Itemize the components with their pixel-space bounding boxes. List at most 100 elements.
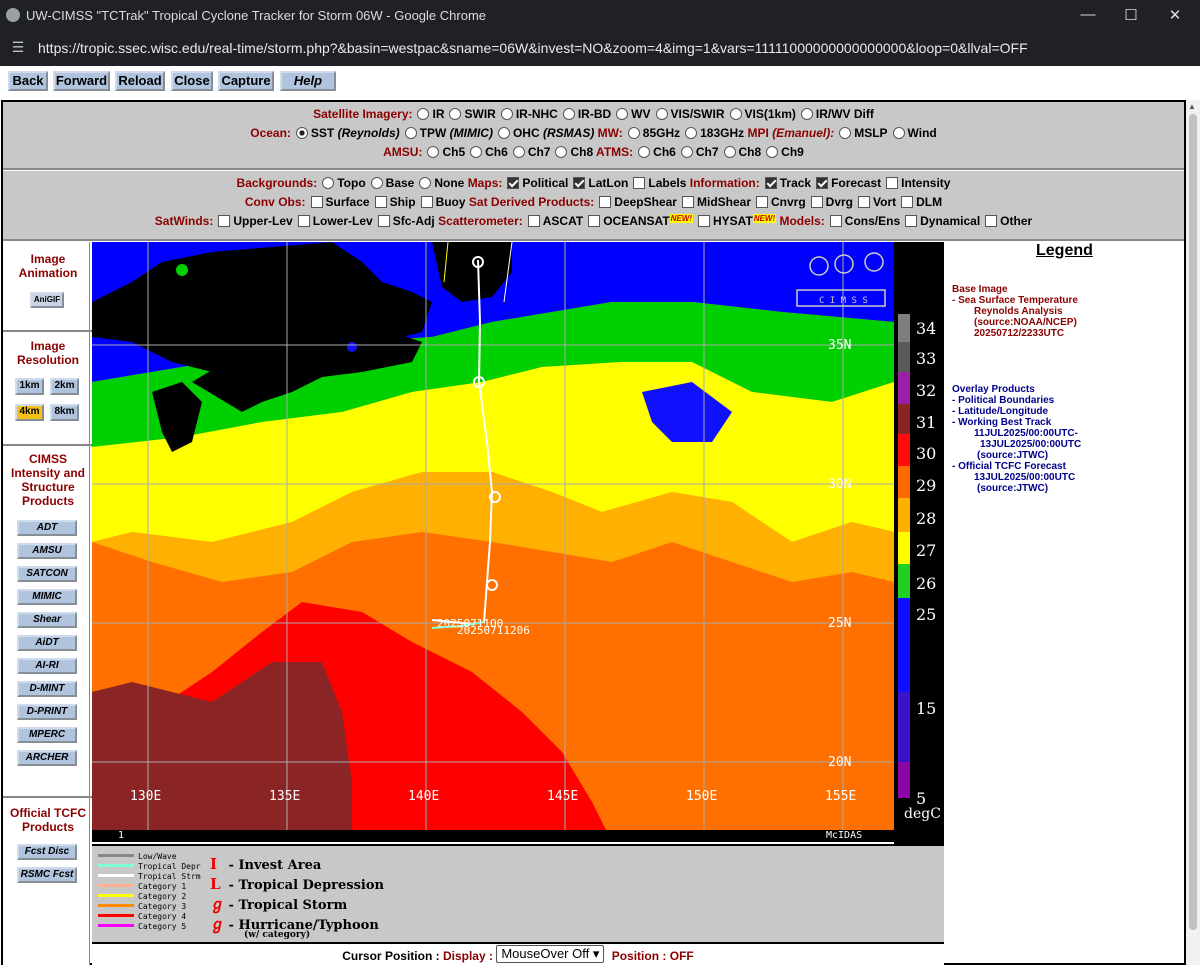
model-2-checkbox[interactable]: [985, 215, 998, 227]
mpi-1-radio[interactable]: [892, 127, 905, 139]
sw-1-checkbox[interactable]: [297, 215, 310, 227]
sat-3-label: IR-BD: [577, 107, 612, 121]
ocean-tpw-radio[interactable]: [404, 127, 417, 139]
bg-2-radio[interactable]: [419, 177, 432, 189]
close-window-icon[interactable]: ✕: [1165, 6, 1185, 26]
scat-1-checkbox[interactable]: [588, 215, 601, 227]
scroll-thumb[interactable]: [1189, 114, 1197, 930]
info-1-label: Forecast: [831, 176, 882, 190]
product-d-mint-button[interactable]: D-MINT: [17, 681, 77, 697]
product-archer-button[interactable]: ARCHER: [17, 750, 77, 766]
sat-4-radio[interactable]: [616, 108, 629, 120]
mw-0-radio[interactable]: [627, 127, 640, 139]
scat-2-checkbox[interactable]: [698, 215, 710, 227]
product-ai-ri-button[interactable]: AI-RI: [17, 658, 77, 674]
amsu-3-radio[interactable]: [555, 146, 568, 158]
class-label: Tropical Depr: [138, 862, 201, 871]
help-button[interactable]: Help: [280, 71, 336, 91]
amsu-0-radio[interactable]: [427, 146, 440, 158]
sat-0-radio[interactable]: [417, 108, 430, 120]
colorbar-tick-label: 28: [916, 509, 936, 528]
map-1-checkbox[interactable]: [573, 177, 586, 189]
atms-3-radio[interactable]: [766, 146, 779, 158]
maximize-icon[interactable]: ☐: [1121, 6, 1141, 26]
sat-7-radio[interactable]: [800, 108, 813, 120]
minimize-icon[interactable]: —: [1078, 6, 1098, 26]
atms-0-radio[interactable]: [638, 146, 651, 158]
sat-2-radio[interactable]: [500, 108, 513, 120]
page-scrollbar[interactable]: ▲: [1186, 100, 1200, 965]
product-mperc-button[interactable]: MPERC: [17, 727, 77, 743]
sd-0-checkbox[interactable]: [599, 196, 612, 208]
atms-1-radio[interactable]: [680, 146, 693, 158]
product-amsu-button[interactable]: AMSU: [17, 543, 77, 559]
sd-2-label: Cnvrg: [771, 195, 806, 209]
sw-2-checkbox[interactable]: [377, 215, 390, 227]
models-label: Models:: [779, 214, 825, 228]
forward-button[interactable]: Forward: [53, 71, 110, 91]
ocean-sst-radio[interactable]: [295, 127, 308, 139]
url-field[interactable]: https://tropic.ssec.wisc.edu/real-time/s…: [38, 40, 1028, 56]
product-aidt-button[interactable]: AiDT: [17, 635, 77, 651]
close-button[interactable]: Close: [171, 71, 213, 91]
mw-1-radio[interactable]: [685, 127, 698, 139]
bg-1-radio[interactable]: [370, 177, 383, 189]
site-settings-icon[interactable]: ☰: [8, 39, 28, 59]
res-2km-button[interactable]: 2km: [50, 378, 79, 395]
lat-label: 35N: [828, 338, 852, 353]
legend-line: 13JUL2025/00:00UTC: [974, 472, 1076, 483]
lon-label: 130E: [130, 789, 162, 804]
lat-label: 25N: [828, 616, 852, 631]
anigif-button[interactable]: AniGIF: [30, 292, 64, 308]
sd-2-checkbox[interactable]: [756, 196, 768, 208]
scat-0-checkbox[interactable]: [527, 215, 540, 227]
mouseover-select[interactable]: MouseOver Off ▾: [496, 945, 605, 963]
product-mimic-button[interactable]: MIMIC: [17, 589, 77, 605]
amsu-1-radio[interactable]: [470, 146, 483, 158]
product-adt-button[interactable]: ADT: [17, 520, 77, 536]
amsu-2-radio[interactable]: [512, 146, 525, 158]
info-2-checkbox[interactable]: [886, 177, 899, 189]
atms-2-label: Ch8: [738, 145, 762, 159]
class-color-swatch: [98, 864, 134, 867]
reload-button[interactable]: Reload: [115, 71, 165, 91]
map-2-checkbox[interactable]: [633, 177, 646, 189]
product-d-print-button[interactable]: D-PRINT: [17, 704, 77, 720]
ocean-ohc-radio[interactable]: [497, 127, 510, 139]
bg-0-radio[interactable]: [322, 177, 335, 189]
product-shear-button[interactable]: Shear: [17, 612, 77, 628]
sd-3-checkbox[interactable]: [810, 196, 823, 208]
ocean-sst-label: SST: [310, 126, 335, 140]
sd-4-checkbox[interactable]: [858, 196, 871, 208]
sat-5-radio[interactable]: [655, 108, 668, 120]
sat-3-radio[interactable]: [562, 108, 575, 120]
res-8km-button[interactable]: 8km: [50, 404, 79, 421]
conv-2-checkbox[interactable]: [420, 196, 433, 208]
sd-5-checkbox[interactable]: [901, 196, 914, 208]
capture-button[interactable]: Capture: [218, 71, 274, 91]
map-0-checkbox[interactable]: [507, 177, 520, 189]
colorbar-segment: [898, 314, 910, 342]
res-1km-button[interactable]: 1km: [15, 378, 44, 395]
model-0-checkbox[interactable]: [829, 215, 842, 227]
sw-0-checkbox[interactable]: [218, 215, 231, 227]
res-4km-button[interactable]: 4km: [15, 404, 44, 421]
fcst-disc-button[interactable]: Fcst Disc: [17, 844, 77, 860]
sst-map[interactable]: C I M S S 35N 30N 25N 20N 130E 135E 140E…: [92, 242, 894, 830]
scroll-up-icon[interactable]: ▲: [1188, 102, 1196, 111]
conv-1-checkbox[interactable]: [374, 196, 387, 208]
conv-0-checkbox[interactable]: [310, 196, 323, 208]
sat-1-radio[interactable]: [449, 108, 462, 120]
rsmc-fcst-button[interactable]: RSMC Fcst: [17, 867, 77, 883]
sd-1-checkbox[interactable]: [681, 196, 694, 208]
mpi-0-radio[interactable]: [839, 127, 852, 139]
back-button[interactable]: Back: [8, 71, 48, 91]
info-0-checkbox[interactable]: [764, 177, 777, 189]
model-1-checkbox[interactable]: [905, 215, 918, 227]
sat-6-radio[interactable]: [729, 108, 742, 120]
product-satcon-button[interactable]: SATCON: [17, 566, 77, 582]
conv-2-label: Buoy: [435, 195, 466, 209]
atms-2-radio[interactable]: [723, 146, 736, 158]
satellite-imagery-label: Satellite Imagery:: [313, 107, 413, 121]
info-1-checkbox[interactable]: [816, 177, 829, 189]
